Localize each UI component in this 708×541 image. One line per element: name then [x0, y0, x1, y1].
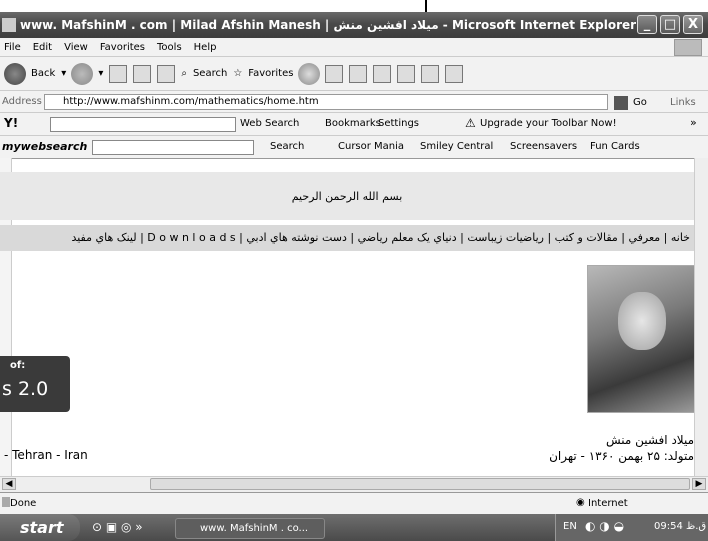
vertical-scrollbar[interactable]	[694, 158, 708, 476]
status-text: Done	[10, 498, 37, 509]
discuss-icon[interactable]	[397, 64, 416, 83]
mouse-cursor	[425, 0, 427, 12]
upgrade-toolbar-link[interactable]: Upgrade your Toolbar Now!	[480, 118, 617, 129]
menu-help[interactable]: Help	[194, 42, 217, 53]
fun-cards-button[interactable]: Fun Cards	[590, 141, 640, 152]
author-birth: متولد: ۲۵ بهمن ۱۳۶۰ - تهران	[549, 449, 694, 463]
toolbar-overflow-icon[interactable]: »	[690, 116, 697, 129]
msn-icon[interactable]	[445, 64, 464, 83]
minimize-button[interactable]: _	[637, 15, 657, 34]
forward-dropdown-icon[interactable]: ▾	[98, 68, 103, 79]
back-dropdown-icon[interactable]: ▾	[61, 68, 66, 79]
address-label: Address	[2, 96, 42, 107]
badge-big-text: s 2.0	[2, 378, 49, 400]
start-button[interactable]: start	[0, 514, 80, 541]
smiley-central-button[interactable]: Smiley Central	[420, 141, 493, 152]
scroll-left-icon[interactable]: ◀	[2, 478, 16, 490]
title-bar[interactable]: www. MafshinM . com | Milad Afshin Manes…	[0, 12, 708, 38]
edit-icon[interactable]	[373, 64, 392, 83]
yahoo-settings-button[interactable]: Settings	[378, 118, 419, 129]
websearch-input[interactable]	[92, 140, 254, 155]
clock: 09:54 ق.ظ	[654, 521, 707, 532]
yahoo-logo-icon[interactable]: Y!	[4, 116, 18, 130]
home-icon[interactable]	[157, 64, 176, 83]
maximize-button[interactable]: □	[660, 15, 680, 34]
messenger-icon[interactable]	[421, 64, 440, 83]
address-input[interactable]: http://www.mafshinm.com/mathematics/home…	[44, 94, 608, 110]
menu-view[interactable]: View	[64, 42, 88, 53]
horizontal-scroll-thumb[interactable]	[150, 478, 690, 490]
links-button[interactable]: Links	[670, 97, 696, 108]
language-indicator[interactable]: EN	[563, 521, 577, 532]
globe-icon: ◉	[576, 497, 585, 508]
windows-logo-icon	[674, 39, 702, 56]
location-text: - Tehran - Iran	[4, 448, 88, 462]
menu-favorites[interactable]: Favorites	[100, 42, 145, 53]
go-arrow-icon[interactable]	[614, 96, 628, 110]
close-button[interactable]: X	[683, 15, 703, 34]
mail-icon[interactable]	[325, 64, 344, 83]
yahoo-web-search-button[interactable]: Web Search	[240, 118, 299, 129]
favorites-button[interactable]: Favorites	[248, 68, 293, 79]
yahoo-search-input[interactable]	[50, 117, 236, 132]
cursor-mania-button[interactable]: Cursor Mania	[338, 141, 404, 152]
go-button[interactable]: Go	[633, 97, 647, 108]
basmala-text: بسم الله الرحمن الرحيم	[291, 190, 403, 203]
badge-top-text: of:	[10, 360, 26, 371]
warning-icon: ⚠	[465, 116, 476, 130]
taskbar-app-button[interactable]: www. MafshinM . co...	[175, 518, 325, 539]
search-icon[interactable]: ⌕	[181, 68, 187, 79]
author-name: ميلاد افشين منش	[605, 433, 694, 447]
standard-toolbar: Back ▾ ▾ ⌕ Search ☆ Favorites	[0, 56, 708, 90]
page-icon	[2, 497, 10, 507]
back-arrow-icon[interactable]	[4, 62, 26, 85]
refresh-icon[interactable]	[133, 64, 152, 83]
menu-edit[interactable]: Edit	[33, 42, 52, 53]
profile-face	[618, 292, 666, 350]
mywebsearch-logo[interactable]: mywebsearch	[2, 140, 87, 153]
screensavers-button[interactable]: Screensavers	[510, 141, 577, 152]
menu-tools[interactable]: Tools	[157, 42, 182, 53]
websearch-search-button[interactable]: Search	[270, 141, 304, 152]
history-icon[interactable]	[298, 62, 321, 85]
forward-arrow-icon[interactable]	[71, 62, 94, 85]
security-zone: Internet	[588, 498, 628, 509]
site-nav-links[interactable]: خانه | معرفي | مقالات و کتب | رياضيات زي…	[0, 231, 694, 244]
menu-bar: File Edit View Favorites Tools Help	[0, 38, 708, 56]
tray-icons[interactable]: ◐ ◑ ◒	[585, 519, 624, 533]
ie-icon	[2, 18, 16, 32]
star-icon[interactable]: ☆	[233, 68, 242, 79]
search-button[interactable]: Search	[193, 68, 227, 79]
menu-file[interactable]: File	[4, 42, 21, 53]
stop-icon[interactable]	[109, 64, 128, 83]
yahoo-bookmarks-button[interactable]: Bookmarks	[325, 118, 381, 129]
quick-launch-icon[interactable]: ⊙ ▣ ◎ »	[92, 520, 143, 534]
print-icon[interactable]	[349, 64, 368, 83]
back-button[interactable]: Back	[31, 68, 55, 79]
scroll-right-icon[interactable]: ▶	[692, 478, 706, 490]
window-title: www. MafshinM . com | Milad Afshin Manes…	[20, 18, 637, 32]
